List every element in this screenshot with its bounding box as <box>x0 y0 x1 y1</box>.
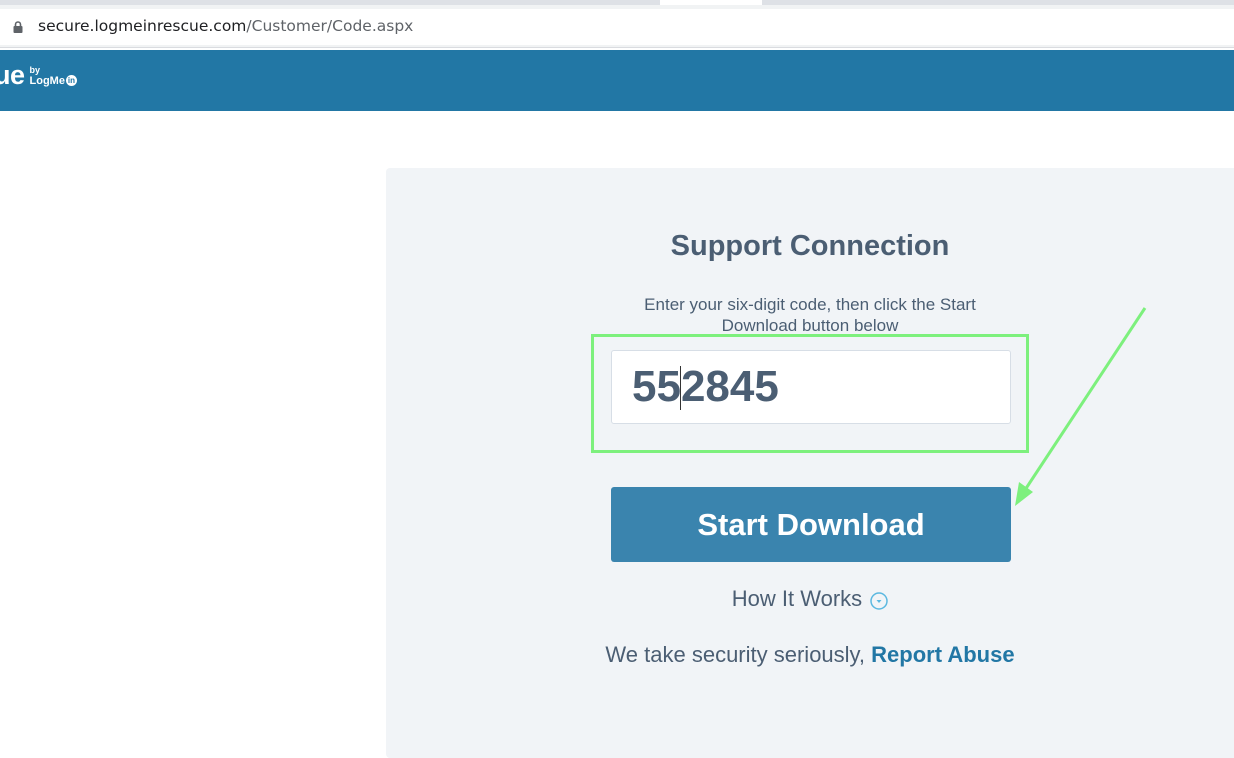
chevron-down-circle-icon[interactable] <box>870 592 888 610</box>
lock-icon[interactable] <box>11 20 25 34</box>
security-text: We take security seriously, <box>605 642 872 667</box>
logmein-rescue-logo[interactable]: ue by LogMe in <box>0 60 77 91</box>
how-it-works-link[interactable]: How It Works <box>610 586 1010 612</box>
logo-by-text: by <box>29 65 41 75</box>
instructions-text: Enter your six-digit code, then click th… <box>644 295 976 335</box>
active-tab[interactable] <box>660 0 762 5</box>
tab-strip <box>0 0 1234 5</box>
text-caret <box>680 366 681 410</box>
browser-chrome: secure.logmeinrescue.com/Customer/Code.a… <box>0 0 1234 48</box>
logo-in-badge: in <box>65 75 77 86</box>
annotation-arrow-icon <box>1015 307 1147 506</box>
url-host: secure.logmeinrescue.com <box>38 17 247 35</box>
page-title: Support Connection <box>670 230 950 262</box>
security-notice: We take security seriously, Report Abuse <box>560 642 1060 668</box>
url-text[interactable]: secure.logmeinrescue.com/Customer/Code.a… <box>38 17 413 35</box>
how-it-works-label: How It Works <box>731 586 863 611</box>
logo-wordmark: ue <box>0 60 25 90</box>
url-path: /Customer/Code.aspx <box>246 17 414 35</box>
report-abuse-link[interactable]: Report Abuse <box>871 642 1014 667</box>
address-bar[interactable]: secure.logmeinrescue.com/Customer/Code.a… <box>0 9 1234 45</box>
logo-by-logmein: by LogMe in <box>30 65 77 86</box>
logo-logmein: LogMe in <box>30 75 77 86</box>
start-download-button[interactable]: Start Download <box>611 487 1011 562</box>
site-header: ue by LogMe in <box>0 50 1234 111</box>
code-input[interactable] <box>611 350 1011 424</box>
logo-brand-text: LogMe <box>29 74 65 87</box>
